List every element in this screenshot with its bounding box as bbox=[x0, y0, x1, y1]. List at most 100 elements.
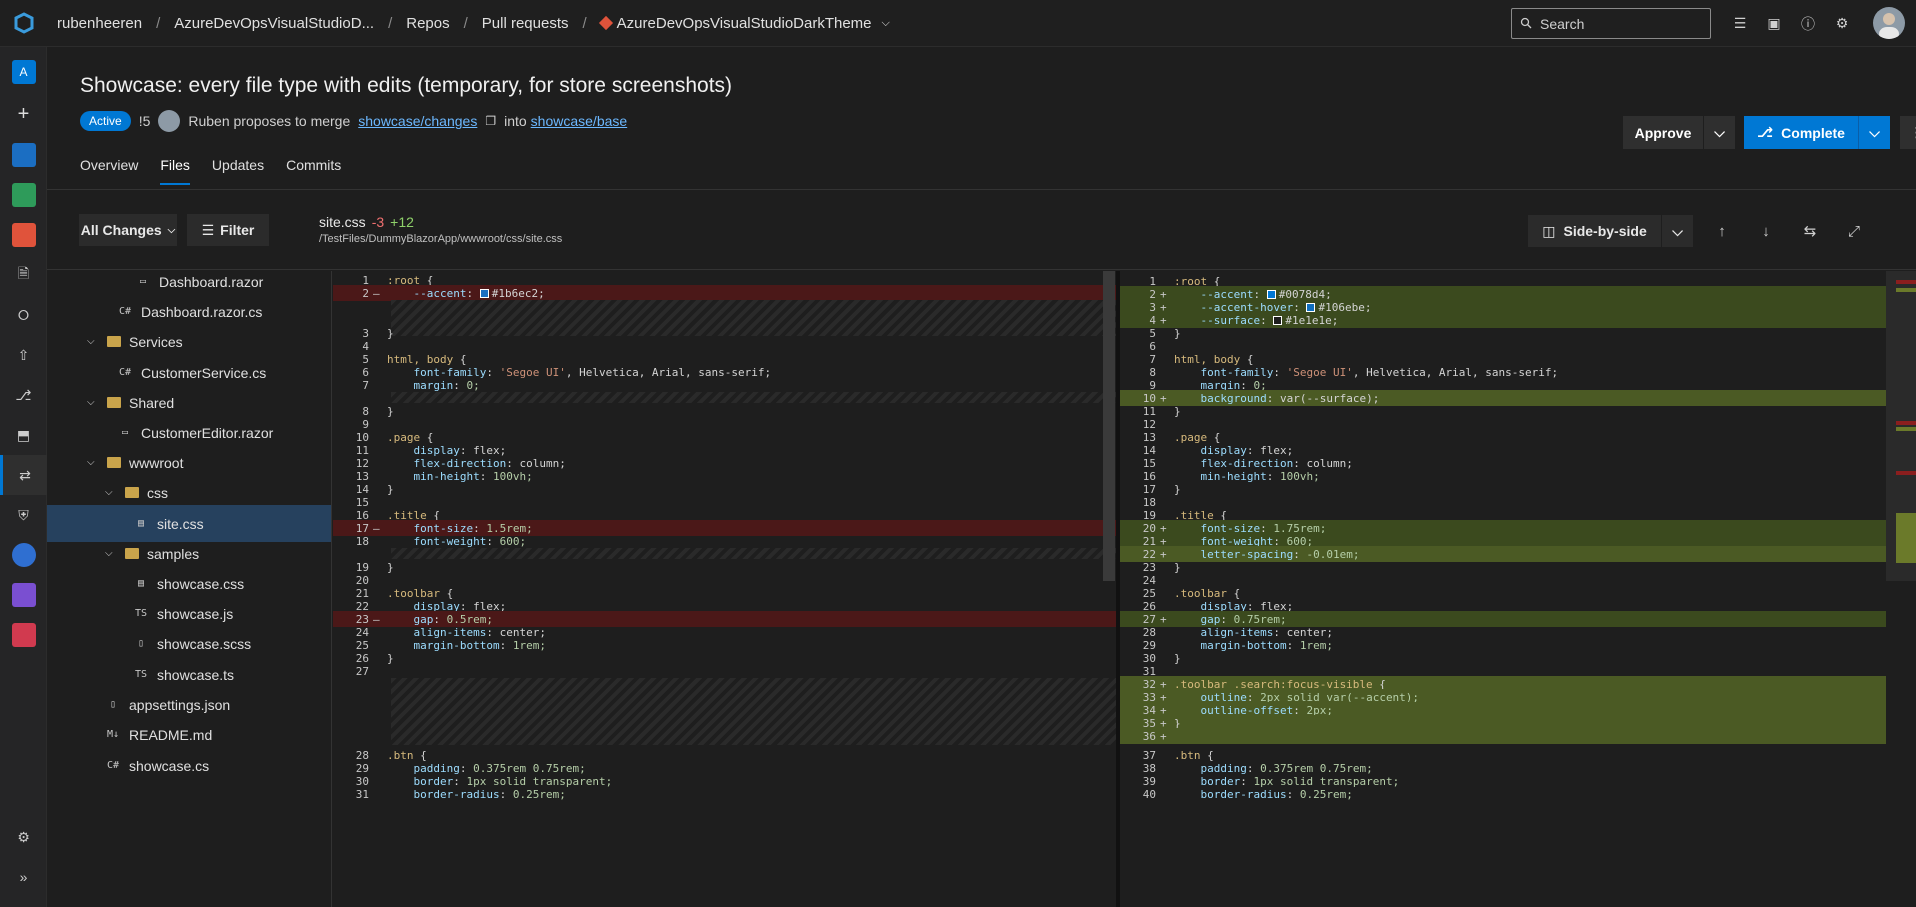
view-mode-dropdown[interactable]: ◫ Side-by-side ⌵ bbox=[1528, 215, 1693, 247]
tree-file[interactable]: C# showcase.cs bbox=[47, 747, 331, 784]
diff-line[interactable]: 31 border-radius: 0.25rem; bbox=[333, 786, 1116, 802]
filter-label: Filter bbox=[220, 222, 255, 238]
deletion-marker: — bbox=[373, 286, 380, 300]
file-type-icon: ▯ bbox=[109, 699, 117, 710]
files-icon[interactable]: 🗎 bbox=[0, 255, 47, 295]
side-by-side-icon: ◫ bbox=[1542, 222, 1556, 239]
add-icon[interactable]: + bbox=[0, 94, 47, 134]
line-number: 2 bbox=[362, 286, 369, 300]
diff-line[interactable]: 7 margin: 0; bbox=[333, 377, 1116, 393]
diff-toolbar: All Changes ⌵ ☰ Filter site.css -3 +12 /Te… bbox=[47, 190, 1916, 270]
pipelines-icon[interactable] bbox=[0, 535, 47, 575]
arrow-down-icon[interactable]: ↓ bbox=[1755, 220, 1777, 242]
diff-options-icon[interactable]: ⇆ bbox=[1799, 220, 1821, 242]
folder-icon bbox=[107, 397, 121, 408]
help-icon[interactable]: ⓘ bbox=[1798, 14, 1818, 34]
diff-line[interactable]: 40 border-radius: 0.25rem; bbox=[1120, 786, 1886, 802]
avatar[interactable] bbox=[1873, 7, 1905, 39]
line-number: 27 bbox=[355, 664, 369, 678]
chevron-down-icon[interactable]: ⌵ bbox=[105, 487, 119, 498]
chevron-down-icon[interactable]: ⌵ bbox=[87, 397, 101, 408]
shopping-bag-icon[interactable]: ▣ bbox=[1764, 14, 1784, 34]
tree-item-label: samples bbox=[147, 545, 200, 562]
repos-icon[interactable] bbox=[0, 215, 47, 255]
complete-button[interactable]: ⎇ Complete ⌵ bbox=[1744, 116, 1890, 149]
test-plans-icon[interactable] bbox=[0, 575, 47, 615]
chevron-down-icon[interactable]: ⌵ bbox=[105, 548, 119, 559]
folder-icon bbox=[125, 487, 139, 498]
chevron-down-icon[interactable]: ⌵ bbox=[1858, 116, 1890, 149]
copy-icon[interactable]: ❐ bbox=[485, 114, 496, 128]
file-type-icon: ▤ bbox=[137, 578, 145, 589]
file-type-icon: ▭ bbox=[121, 427, 129, 438]
diff-line[interactable]: 18 font-weight: 600; bbox=[333, 533, 1116, 549]
tab-overview[interactable]: Overview bbox=[80, 157, 138, 185]
tree-item-label: wwwroot bbox=[129, 454, 184, 471]
chevron-down-icon[interactable]: ⌵ bbox=[87, 336, 101, 347]
org-avatar[interactable]: A bbox=[0, 52, 47, 92]
source-branch-link[interactable]: showcase/changes bbox=[358, 113, 477, 129]
tree-item-label: showcase.js bbox=[157, 605, 234, 622]
diff-line[interactable]: 2 — --accent: #1b6ec2; bbox=[333, 285, 1116, 301]
code-text: font-weight: 600; bbox=[413, 534, 527, 548]
target-branch-link[interactable]: showcase/base bbox=[531, 113, 628, 129]
chevron-down-icon[interactable]: ⌵ bbox=[87, 457, 101, 468]
breadcrumb-repos[interactable]: Repos bbox=[406, 15, 449, 32]
left-scrollbar[interactable] bbox=[1103, 271, 1115, 581]
empty-diff-region bbox=[391, 548, 1116, 559]
user-settings-icon[interactable]: ⚙ bbox=[1832, 14, 1852, 34]
tab-files[interactable]: Files bbox=[160, 157, 190, 185]
tab-commits[interactable]: Commits bbox=[286, 157, 341, 185]
all-changes-dropdown[interactable]: All Changes ⌵ bbox=[79, 214, 177, 246]
file-type-icon: TS bbox=[134, 608, 148, 619]
chevron-down-icon[interactable]: ⌵ bbox=[882, 17, 890, 30]
left-nav-rail: A + 🗎 ⭘ ⇧ ⎇ ⬒ ⇄ ⛨ ⚙ » bbox=[0, 47, 47, 907]
tags-icon[interactable]: ⬒ bbox=[0, 415, 47, 455]
filter-button[interactable]: ☰ Filter bbox=[187, 214, 269, 246]
fullscreen-icon[interactable]: ⤢ bbox=[1843, 220, 1865, 242]
tree-item-label: Services bbox=[129, 333, 183, 350]
artifacts-icon[interactable] bbox=[0, 615, 47, 655]
more-vertical-icon: ⋮ bbox=[1910, 124, 1916, 141]
task-list-icon[interactable]: ☰ bbox=[1730, 14, 1750, 34]
approve-button[interactable]: Approve ⌵ bbox=[1623, 116, 1735, 149]
expand-nav-icon[interactable]: » bbox=[0, 857, 47, 897]
page-title: Showcase: every file type with edits (te… bbox=[80, 74, 733, 97]
branches-icon[interactable]: ⎇ bbox=[0, 375, 47, 415]
line-number: 40 bbox=[1142, 787, 1156, 801]
pull-requests-icon[interactable]: ⇄ bbox=[0, 455, 47, 495]
overview-icon[interactable] bbox=[0, 135, 47, 175]
tree-item-label: showcase.ts bbox=[157, 666, 235, 683]
breadcrumb-pull-requests[interactable]: Pull requests bbox=[482, 15, 569, 32]
project-settings-icon[interactable]: ⚙ bbox=[0, 817, 47, 857]
into-text: into bbox=[504, 113, 527, 129]
chevron-down-icon[interactable]: ⌵ bbox=[1703, 116, 1735, 149]
empty-diff-region bbox=[391, 678, 1116, 745]
file-tree: ▭ Dashboard.razor C# Dashboard.razor.cs ⌵ Ser… bbox=[47, 271, 332, 907]
arrow-up-icon[interactable]: ↑ bbox=[1711, 220, 1733, 242]
diff-line[interactable]: 27 bbox=[333, 663, 1116, 679]
diff-line[interactable]: 36 + bbox=[1120, 728, 1886, 744]
filter-icon: ☰ bbox=[201, 221, 215, 238]
more-actions-button[interactable]: ⋮ bbox=[1900, 116, 1916, 149]
azure-devops-logo[interactable] bbox=[0, 0, 47, 47]
tree-item-label: site.css bbox=[157, 515, 204, 532]
security-icon[interactable]: ⛨ bbox=[0, 495, 47, 535]
boards-icon[interactable] bbox=[0, 175, 47, 215]
diff-minimap[interactable] bbox=[1886, 271, 1916, 581]
chevron-down-icon[interactable]: ⌵ bbox=[1661, 215, 1693, 247]
pr-id: !5 bbox=[138, 113, 151, 129]
repo-icon bbox=[598, 15, 613, 31]
breadcrumb-project[interactable]: AzureDevOpsVisualStudioD... bbox=[174, 15, 374, 32]
search-input[interactable]: Search bbox=[1511, 8, 1711, 39]
pushes-icon[interactable]: ⇧ bbox=[0, 335, 47, 375]
commits-icon[interactable]: ⭘ bbox=[0, 295, 47, 335]
tab-updates[interactable]: Updates bbox=[212, 157, 264, 185]
diff-right-pane: 1:root {2 + --accent: #0078d4; 3 + --accent… bbox=[1120, 271, 1886, 907]
breadcrumb-org[interactable]: rubenheeren bbox=[57, 15, 142, 32]
color-swatch bbox=[1273, 316, 1283, 325]
tree-item-label: Dashboard.razor.cs bbox=[141, 303, 263, 320]
breadcrumb-repo[interactable]: AzureDevOpsVisualStudioDarkTheme bbox=[617, 15, 872, 32]
tree-item-label: css bbox=[147, 484, 168, 501]
file-type-icon: ▭ bbox=[139, 276, 147, 287]
